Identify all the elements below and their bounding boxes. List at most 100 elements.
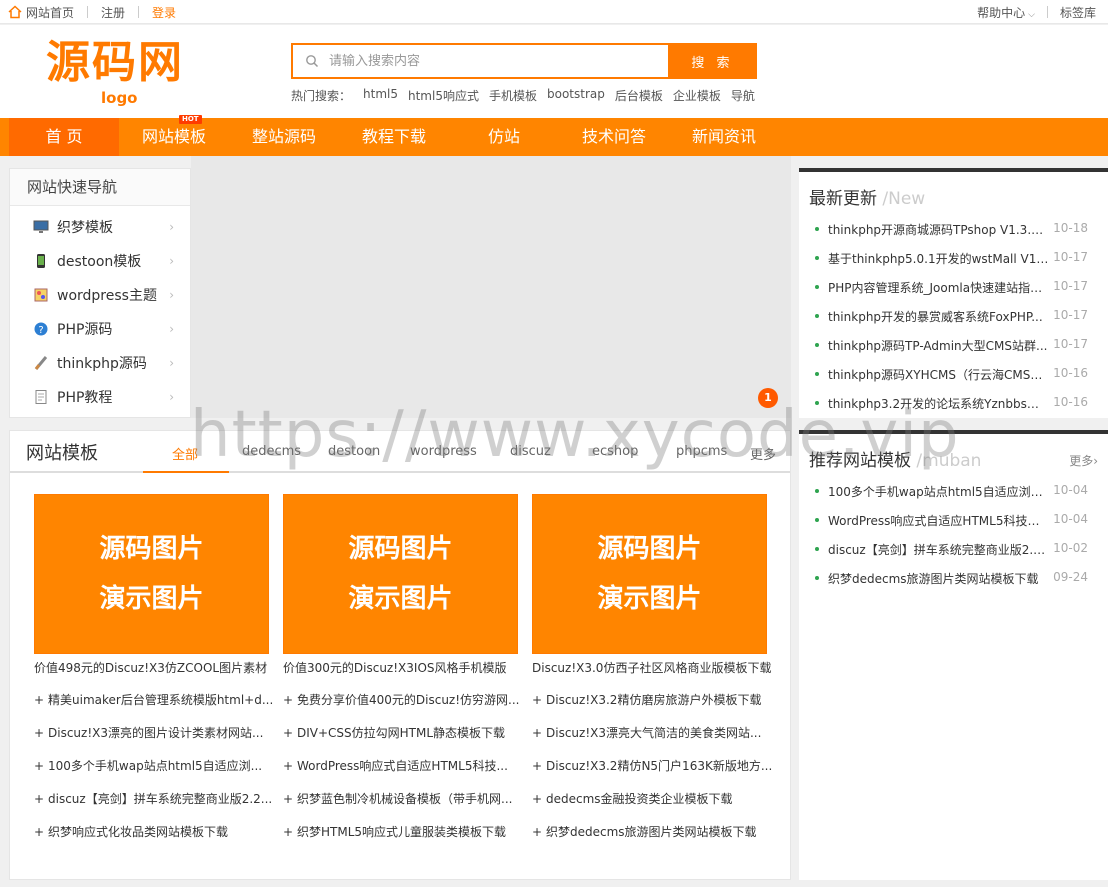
hot-term-link[interactable]: 后台模板 [615,87,663,104]
hot-term-link[interactable]: bootstrap [547,87,605,104]
help-center-link[interactable]: 帮助中心 ⌵ [977,4,1035,21]
recommend-item[interactable]: discuz【亮剑】拼车系统完整商业版2.2... 10-02 [815,541,1100,559]
news-item[interactable]: thinkphp3.2开发的论坛系统Yznbbs论... 10-16 [815,395,1100,413]
list-item-text: 织梦HTML5响应式儿童服装类模板下载 [297,825,507,839]
list-item-text: Discuz!X3漂亮大气简洁的美食类网站... [546,726,762,740]
list-item[interactable]: + Discuz!X3.2精仿磨房旅游户外模板下载 [532,691,761,708]
nav-item-templates[interactable]: 网站模板 HOT [119,115,229,156]
search-button[interactable]: 搜 索 [668,43,757,79]
divider [87,6,89,18]
template-card[interactable]: 源码图片 演示图片 [34,494,269,654]
card-caption[interactable]: Discuz!X3.0仿西子社区风格商业版模板下载 [532,659,771,676]
quick-nav-item[interactable]: thinkphp源码 › [32,352,182,374]
card-text: 演示图片 [99,584,204,614]
template-card[interactable]: 源码图片 演示图片 [283,494,518,654]
list-item[interactable]: + 织梦蓝色制冷机械设备模板（带手机网... [283,790,512,807]
plus-icon: + [532,759,543,773]
plus-icon: + [283,825,294,839]
tab-phpcms[interactable]: phpcms [676,444,727,459]
list-item[interactable]: + 织梦HTML5响应式儿童服装类模板下载 [283,823,506,840]
hot-term-link[interactable]: html5 [363,87,398,104]
plus-icon: + [34,759,45,773]
hot-term-link[interactable]: 企业模板 [673,87,721,104]
nav-item-tutorials[interactable]: 教程下载 [339,118,449,156]
nav-item-clone[interactable]: 仿站 [449,118,559,156]
register-link[interactable]: 注册 [101,4,125,21]
list-item[interactable]: + 免费分享价值400元的Discuz!仿穷游网... [283,691,520,708]
bullet [815,285,819,289]
tags-link[interactable]: 标签库 [1060,4,1096,21]
nav-item-source[interactable]: 整站源码 [229,118,339,156]
hot-term-link[interactable]: html5响应式 [408,87,479,104]
plus-icon: + [532,693,543,707]
news-item[interactable]: thinkphp源码TP-Admin大型CMS站群... 10-17 [815,337,1100,355]
news-title: thinkphp开源商城源码TPshop V1.3.1... [828,223,1050,237]
recommend-item[interactable]: 织梦dedecms旅游图片类网站模板下载 09-24 [815,570,1100,588]
nav-item-qa[interactable]: 技术问答 [559,118,669,156]
recommend-date: 10-02 [1053,541,1088,555]
list-item[interactable]: + 织梦响应式化妆品类网站模板下载 [34,823,228,840]
more-link[interactable]: 更多› [1069,452,1098,469]
list-item[interactable]: + Discuz!X3.2精仿N5门户163K新版地方... [532,757,772,774]
plus-icon: + [283,726,294,740]
list-item[interactable]: +100多个手机wap站点html5自适应浏... [34,757,262,774]
quick-nav-item[interactable]: ? PHP源码 › [32,318,182,340]
site-logo[interactable]: 源码网 logo [46,35,206,115]
card-caption[interactable]: 价值300元的Discuz!X3IOS风格手机模版 [283,659,507,676]
tab-ecshop[interactable]: ecshop [592,444,638,459]
list-item-text: 织梦响应式化妆品类网站模板下载 [48,825,229,839]
template-card[interactable]: 源码图片 演示图片 [532,494,767,654]
hot-term-link[interactable]: 导航 [731,87,755,104]
recommend-date: 10-04 [1053,483,1088,497]
list-item-text: DIV+CSS仿拉勾网HTML静态模板下载 [297,726,506,740]
news-item[interactable]: 基于thinkphp5.0.1开发的wstMall V1.7... 10-17 [815,250,1100,268]
tab-all[interactable]: 全部 [172,444,198,463]
search-icon [306,55,319,68]
news-title: 基于thinkphp5.0.1开发的wstMall V1.7... [828,252,1050,266]
tab-discuz[interactable]: discuz [510,444,551,459]
tab-more[interactable]: 更多 [750,444,776,463]
list-item-text: Discuz!X3.2精仿N5门户163K新版地方... [546,759,773,773]
hot-term-link[interactable]: 手机模板 [489,87,537,104]
svg-text:?: ? [38,325,43,336]
bullet [815,227,819,231]
nav-item-home[interactable]: 首 页 [9,118,119,156]
banner-badge[interactable]: 1 [758,388,778,408]
search-input[interactable] [329,45,669,77]
news-item[interactable]: thinkphp开源商城源码TPshop V1.3.1... 10-18 [815,221,1100,239]
news-date: 10-17 [1053,279,1088,293]
header: 源码网 logo 搜 索 热门搜索： html5 html5响应式 手机模板 b… [0,25,1108,118]
news-title: thinkphp源码XYHCMS（行云海CMS）... [828,368,1050,382]
list-item[interactable]: + DIV+CSS仿拉勾网HTML静态模板下载 [283,724,505,741]
list-item[interactable]: + dedecms金融投资类企业模板下载 [532,790,733,807]
list-item[interactable]: + 织梦dedecms旅游图片类网站模板下载 [532,823,757,840]
quick-nav-item[interactable]: PHP教程 › [32,386,182,408]
brush-icon [32,354,50,372]
news-item[interactable]: thinkphp源码XYHCMS（行云海CMS）... 10-16 [815,366,1100,384]
card-caption[interactable]: 价值498元的Discuz!X3仿ZCOOL图片素材 [34,659,267,676]
recommend-item[interactable]: WordPress响应式自适应HTML5科技资... 10-04 [815,512,1100,530]
recommended-templates-panel: 推荐网站模板 /muban 更多› 100多个手机wap站点html5自适应浏览… [799,430,1108,880]
quick-nav-item[interactable]: destoon模板 › [32,250,182,272]
bullet [815,547,819,551]
tab-destoon[interactable]: destoon [328,444,380,459]
recommend-item[interactable]: 100多个手机wap站点html5自适应浏览... 10-04 [815,483,1100,501]
tab-dedecms[interactable]: dedecms [242,444,301,459]
login-link[interactable]: 登录 [152,4,176,21]
home-link[interactable]: 网站首页 [26,4,74,21]
recommended-title-en: /muban [916,451,982,471]
quick-nav-item[interactable]: 织梦模板 › [32,216,182,238]
list-item[interactable]: + Discuz!X3漂亮大气简洁的美食类网站... [532,724,761,741]
tab-wordpress[interactable]: wordpress [410,444,477,459]
quick-nav-item[interactable]: wordpress主题 › [32,284,182,306]
banner-slider[interactable] [191,156,791,418]
plus-icon: + [34,792,45,806]
list-item[interactable]: + WordPress响应式自适应HTML5科技... [283,757,508,774]
nav-item-news[interactable]: 新闻资讯 [669,118,779,156]
list-item[interactable]: + discuz【亮剑】拼车系统完整商业版2.2... [34,790,272,807]
news-item[interactable]: thinkphp开发的暴赏威客系统FoxPHP... 10-17 [815,308,1100,326]
list-item[interactable]: + Discuz!X3漂亮的图片设计类素材网站... [34,724,263,741]
recommended-title-text: 推荐网站模板 [809,451,911,471]
news-item[interactable]: PHP内容管理系统_Joomla快速建站指南... 10-17 [815,279,1100,297]
list-item[interactable]: + 精美uimaker后台管理系统模版html+d... [34,691,273,708]
